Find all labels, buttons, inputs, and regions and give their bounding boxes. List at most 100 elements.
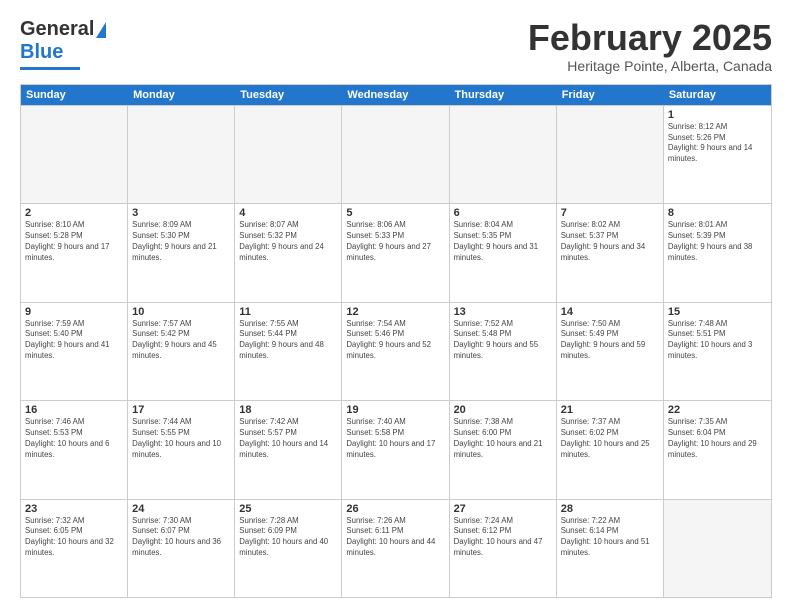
- day-info: Sunrise: 8:06 AM Sunset: 5:33 PM Dayligh…: [346, 220, 444, 264]
- day-cell-26: 26Sunrise: 7:26 AM Sunset: 6:11 PM Dayli…: [342, 500, 449, 597]
- day-number: 20: [454, 404, 552, 416]
- header-day-friday: Friday: [557, 85, 664, 105]
- empty-cell: [21, 106, 128, 203]
- day-cell-10: 10Sunrise: 7:57 AM Sunset: 5:42 PM Dayli…: [128, 303, 235, 400]
- day-number: 26: [346, 503, 444, 515]
- calendar-header: SundayMondayTuesdayWednesdayThursdayFrid…: [21, 85, 771, 105]
- day-cell-3: 3Sunrise: 8:09 AM Sunset: 5:30 PM Daylig…: [128, 204, 235, 301]
- day-cell-8: 8Sunrise: 8:01 AM Sunset: 5:39 PM Daylig…: [664, 204, 771, 301]
- header-day-saturday: Saturday: [664, 85, 771, 105]
- day-info: Sunrise: 8:04 AM Sunset: 5:35 PM Dayligh…: [454, 220, 552, 264]
- empty-cell: [450, 106, 557, 203]
- day-info: Sunrise: 7:35 AM Sunset: 6:04 PM Dayligh…: [668, 417, 767, 461]
- day-cell-20: 20Sunrise: 7:38 AM Sunset: 6:00 PM Dayli…: [450, 401, 557, 498]
- day-info: Sunrise: 7:52 AM Sunset: 5:48 PM Dayligh…: [454, 319, 552, 363]
- day-info: Sunrise: 7:59 AM Sunset: 5:40 PM Dayligh…: [25, 319, 123, 363]
- day-cell-24: 24Sunrise: 7:30 AM Sunset: 6:07 PM Dayli…: [128, 500, 235, 597]
- calendar: SundayMondayTuesdayWednesdayThursdayFrid…: [20, 84, 772, 598]
- day-info: Sunrise: 7:54 AM Sunset: 5:46 PM Dayligh…: [346, 319, 444, 363]
- day-number: 9: [25, 306, 123, 318]
- day-number: 6: [454, 207, 552, 219]
- day-number: 18: [239, 404, 337, 416]
- day-number: 13: [454, 306, 552, 318]
- header-day-wednesday: Wednesday: [342, 85, 449, 105]
- day-info: Sunrise: 7:40 AM Sunset: 5:58 PM Dayligh…: [346, 417, 444, 461]
- day-number: 14: [561, 306, 659, 318]
- day-info: Sunrise: 7:28 AM Sunset: 6:09 PM Dayligh…: [239, 516, 337, 560]
- day-number: 15: [668, 306, 767, 318]
- day-number: 24: [132, 503, 230, 515]
- day-cell-23: 23Sunrise: 7:32 AM Sunset: 6:05 PM Dayli…: [21, 500, 128, 597]
- day-number: 2: [25, 207, 123, 219]
- day-info: Sunrise: 7:32 AM Sunset: 6:05 PM Dayligh…: [25, 516, 123, 560]
- day-info: Sunrise: 7:30 AM Sunset: 6:07 PM Dayligh…: [132, 516, 230, 560]
- day-number: 7: [561, 207, 659, 219]
- day-cell-19: 19Sunrise: 7:40 AM Sunset: 5:58 PM Dayli…: [342, 401, 449, 498]
- day-cell-4: 4Sunrise: 8:07 AM Sunset: 5:32 PM Daylig…: [235, 204, 342, 301]
- empty-cell: [128, 106, 235, 203]
- day-number: 4: [239, 207, 337, 219]
- day-number: 1: [668, 109, 767, 121]
- day-number: 21: [561, 404, 659, 416]
- day-cell-7: 7Sunrise: 8:02 AM Sunset: 5:37 PM Daylig…: [557, 204, 664, 301]
- day-info: Sunrise: 7:22 AM Sunset: 6:14 PM Dayligh…: [561, 516, 659, 560]
- day-info: Sunrise: 7:57 AM Sunset: 5:42 PM Dayligh…: [132, 319, 230, 363]
- logo-blue-text: Blue: [20, 41, 63, 64]
- day-info: Sunrise: 8:07 AM Sunset: 5:32 PM Dayligh…: [239, 220, 337, 264]
- day-cell-2: 2Sunrise: 8:10 AM Sunset: 5:28 PM Daylig…: [21, 204, 128, 301]
- day-cell-18: 18Sunrise: 7:42 AM Sunset: 5:57 PM Dayli…: [235, 401, 342, 498]
- day-info: Sunrise: 7:38 AM Sunset: 6:00 PM Dayligh…: [454, 417, 552, 461]
- week-row-3: 9Sunrise: 7:59 AM Sunset: 5:40 PM Daylig…: [21, 302, 771, 400]
- day-cell-16: 16Sunrise: 7:46 AM Sunset: 5:53 PM Dayli…: [21, 401, 128, 498]
- day-number: 17: [132, 404, 230, 416]
- day-info: Sunrise: 8:01 AM Sunset: 5:39 PM Dayligh…: [668, 220, 767, 264]
- day-info: Sunrise: 8:02 AM Sunset: 5:37 PM Dayligh…: [561, 220, 659, 264]
- header-day-tuesday: Tuesday: [235, 85, 342, 105]
- header-day-thursday: Thursday: [450, 85, 557, 105]
- day-number: 3: [132, 207, 230, 219]
- day-number: 19: [346, 404, 444, 416]
- day-info: Sunrise: 8:10 AM Sunset: 5:28 PM Dayligh…: [25, 220, 123, 264]
- day-cell-28: 28Sunrise: 7:22 AM Sunset: 6:14 PM Dayli…: [557, 500, 664, 597]
- day-cell-14: 14Sunrise: 7:50 AM Sunset: 5:49 PM Dayli…: [557, 303, 664, 400]
- day-info: Sunrise: 8:09 AM Sunset: 5:30 PM Dayligh…: [132, 220, 230, 264]
- day-info: Sunrise: 7:24 AM Sunset: 6:12 PM Dayligh…: [454, 516, 552, 560]
- day-info: Sunrise: 7:50 AM Sunset: 5:49 PM Dayligh…: [561, 319, 659, 363]
- day-info: Sunrise: 7:48 AM Sunset: 5:51 PM Dayligh…: [668, 319, 767, 363]
- day-number: 23: [25, 503, 123, 515]
- day-cell-9: 9Sunrise: 7:59 AM Sunset: 5:40 PM Daylig…: [21, 303, 128, 400]
- empty-cell: [664, 500, 771, 597]
- day-number: 28: [561, 503, 659, 515]
- empty-cell: [342, 106, 449, 203]
- day-cell-25: 25Sunrise: 7:28 AM Sunset: 6:09 PM Dayli…: [235, 500, 342, 597]
- day-number: 8: [668, 207, 767, 219]
- day-number: 5: [346, 207, 444, 219]
- logo: General Blue: [20, 18, 106, 70]
- week-row-5: 23Sunrise: 7:32 AM Sunset: 6:05 PM Dayli…: [21, 499, 771, 597]
- location-subtitle: Heritage Pointe, Alberta, Canada: [528, 58, 772, 74]
- day-info: Sunrise: 7:44 AM Sunset: 5:55 PM Dayligh…: [132, 417, 230, 461]
- day-info: Sunrise: 8:12 AM Sunset: 5:26 PM Dayligh…: [668, 122, 767, 166]
- day-cell-11: 11Sunrise: 7:55 AM Sunset: 5:44 PM Dayli…: [235, 303, 342, 400]
- day-cell-5: 5Sunrise: 8:06 AM Sunset: 5:33 PM Daylig…: [342, 204, 449, 301]
- header: General Blue February 2025 Heritage Poin…: [20, 18, 772, 74]
- logo-general-text: General: [20, 18, 94, 41]
- page: General Blue February 2025 Heritage Poin…: [0, 0, 792, 612]
- calendar-body: 1Sunrise: 8:12 AM Sunset: 5:26 PM Daylig…: [21, 105, 771, 597]
- logo-triangle-icon: [96, 22, 106, 38]
- month-year-title: February 2025: [528, 18, 772, 58]
- day-number: 10: [132, 306, 230, 318]
- day-cell-6: 6Sunrise: 8:04 AM Sunset: 5:35 PM Daylig…: [450, 204, 557, 301]
- day-cell-13: 13Sunrise: 7:52 AM Sunset: 5:48 PM Dayli…: [450, 303, 557, 400]
- week-row-4: 16Sunrise: 7:46 AM Sunset: 5:53 PM Dayli…: [21, 400, 771, 498]
- logo-underline: [20, 67, 80, 70]
- day-number: 22: [668, 404, 767, 416]
- day-number: 25: [239, 503, 337, 515]
- header-day-monday: Monday: [128, 85, 235, 105]
- title-block: February 2025 Heritage Pointe, Alberta, …: [528, 18, 772, 74]
- day-cell-1: 1Sunrise: 8:12 AM Sunset: 5:26 PM Daylig…: [664, 106, 771, 203]
- day-cell-15: 15Sunrise: 7:48 AM Sunset: 5:51 PM Dayli…: [664, 303, 771, 400]
- week-row-1: 1Sunrise: 8:12 AM Sunset: 5:26 PM Daylig…: [21, 105, 771, 203]
- day-number: 12: [346, 306, 444, 318]
- day-number: 11: [239, 306, 337, 318]
